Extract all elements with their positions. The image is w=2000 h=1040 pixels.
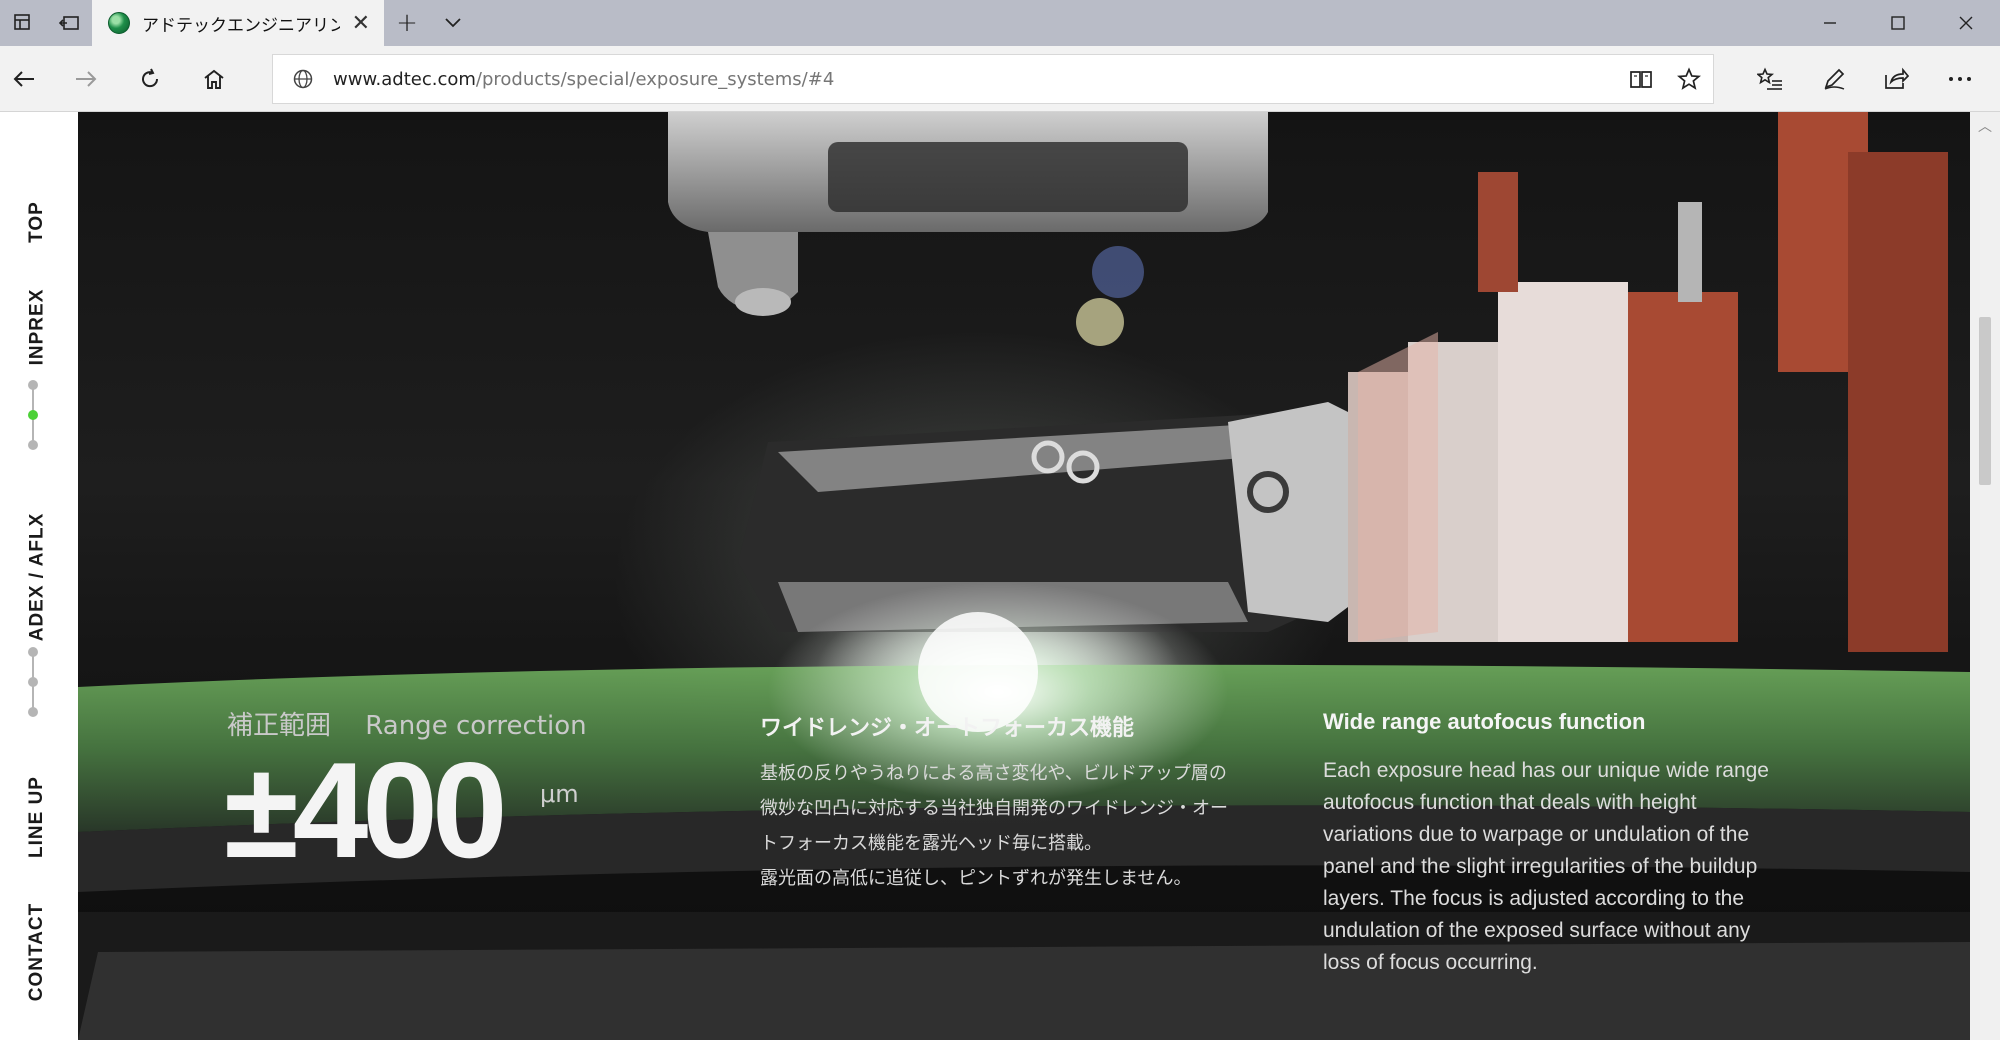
side-nav-inprex[interactable]: INPREX — [22, 272, 52, 382]
address-bar[interactable]: www.adtec.com/products/special/exposure_… — [272, 54, 1714, 104]
share-icon[interactable] — [1876, 59, 1916, 99]
feature-body-en-line: loss of focus occurring. — [1323, 951, 1538, 974]
feature-body-ja-line: 露光面の高低に追従し、ピントずれが発生しません。 — [760, 868, 1192, 889]
section-dot-active[interactable] — [28, 410, 38, 420]
url-text[interactable]: www.adtec.com/products/special/exposure_… — [333, 69, 1617, 90]
section-dot[interactable] — [28, 380, 38, 390]
favorites-list-icon[interactable] — [1750, 59, 1790, 99]
feature-heading-en: Wide range autofocus function — [1323, 709, 1646, 734]
feature-body-en-line: Each exposure head has our unique wide r… — [1323, 759, 1769, 782]
section-dot[interactable] — [28, 440, 38, 450]
side-navigation: TOP INPREX ADEX / AFLX LINE UP CONTACT — [0, 112, 78, 1040]
feature-body-en-line: panel and the slight irregularities of t… — [1323, 855, 1758, 878]
home-icon[interactable] — [194, 59, 234, 99]
feature-heading-ja: ワイドレンジ・オートフォーカス機能 — [760, 716, 1135, 741]
tabs-aside-icon[interactable] — [0, 0, 46, 46]
range-correction-unit: μm — [540, 780, 579, 808]
browser-nav-bar: www.adtec.com/products/special/exposure_… — [0, 46, 2000, 112]
side-nav-top-label: TOP — [26, 201, 47, 243]
tab-bar-spacer — [476, 0, 1796, 46]
scrollbar-thumb[interactable] — [1979, 317, 1991, 485]
feature-body-en-line: variations due to warpage or undulation … — [1323, 823, 1750, 846]
section-dots-inprex — [26, 380, 40, 460]
side-nav-contact-label: CONTACT — [26, 902, 47, 1002]
url-domain: www.adtec.com — [333, 68, 476, 90]
book-icon[interactable] — [1617, 68, 1665, 90]
section-dots-adex — [26, 647, 40, 727]
back-arrow-icon[interactable] — [4, 59, 44, 99]
forward-arrow-icon[interactable] — [66, 59, 106, 99]
feature-body-en-line: layers. The focus is adjusted according … — [1323, 887, 1745, 910]
pen-icon[interactable] — [1814, 59, 1854, 99]
active-tab[interactable]: アドテックエンジニアリング | ✕ — [92, 0, 384, 46]
side-nav-adex-aflx[interactable]: ADEX / AFLX — [22, 492, 52, 662]
close-icon[interactable] — [1932, 0, 2000, 46]
feature-body-en-line: undulation of the exposed surface withou… — [1323, 919, 1751, 942]
chevron-down-icon[interactable] — [430, 0, 476, 46]
page-scrollbar[interactable]: ︿ — [1970, 112, 2000, 1040]
new-tab-button[interactable]: + — [384, 0, 430, 46]
side-nav-lineup[interactable]: LINE UP — [22, 762, 52, 872]
tab-title: アドテックエンジニアリング | — [142, 15, 340, 36]
set-aside-icon[interactable] — [46, 0, 92, 46]
feature-body-en-line: autofocus function that deals with heigh… — [1323, 791, 1697, 814]
side-nav-contact[interactable]: CONTACT — [22, 887, 52, 1017]
section-dot[interactable] — [28, 707, 38, 717]
feature-body-ja-line: 基板の反りやうねりによる高さ変化や、ビルドアップ層の — [760, 763, 1227, 784]
side-nav-lineup-label: LINE UP — [26, 776, 48, 858]
browser-tab-bar: アドテックエンジニアリング | ✕ + — [0, 0, 2000, 46]
url-path: /products/special/exposure_systems/#4 — [475, 68, 835, 90]
more-icon[interactable] — [1940, 59, 1980, 99]
feature-body-ja-line: トフォーカス機能を露光ヘッド毎に搭載。 — [760, 833, 1102, 854]
scroll-up-icon[interactable]: ︿ — [1978, 116, 1992, 136]
tab-close-icon[interactable]: ✕ — [352, 11, 370, 36]
web-page: TOP INPREX ADEX / AFLX LINE UP CONTACT 補… — [0, 112, 2000, 1040]
side-nav-top[interactable]: TOP — [22, 182, 52, 262]
side-nav-inprex-label: INPREX — [26, 288, 47, 366]
range-correction-value: ±400 — [224, 734, 508, 886]
maximize-icon[interactable] — [1864, 0, 1932, 46]
hero-scene: 補正範囲 Range correction ±400 μm ワイドレンジ・オート… — [78, 112, 1970, 1040]
minimize-icon[interactable] — [1796, 0, 1864, 46]
refresh-icon[interactable] — [130, 59, 170, 99]
globe-icon — [273, 68, 333, 90]
star-icon[interactable] — [1665, 67, 1713, 91]
feature-body-ja: 基板の反りやうねりによる高さ変化や、ビルドアップ層の 微妙な凹凸に対応する当社独… — [760, 756, 1260, 896]
section-dot[interactable] — [28, 677, 38, 687]
feature-body-en: Each exposure head has our unique wide r… — [1323, 755, 1813, 979]
adtec-logo-icon — [108, 12, 130, 34]
section-dot[interactable] — [28, 647, 38, 657]
feature-body-ja-line: 微妙な凹凸に対応する当社独自開発のワイドレンジ・オー — [760, 798, 1228, 819]
side-nav-adex-aflx-label: ADEX / AFLX — [26, 512, 47, 642]
